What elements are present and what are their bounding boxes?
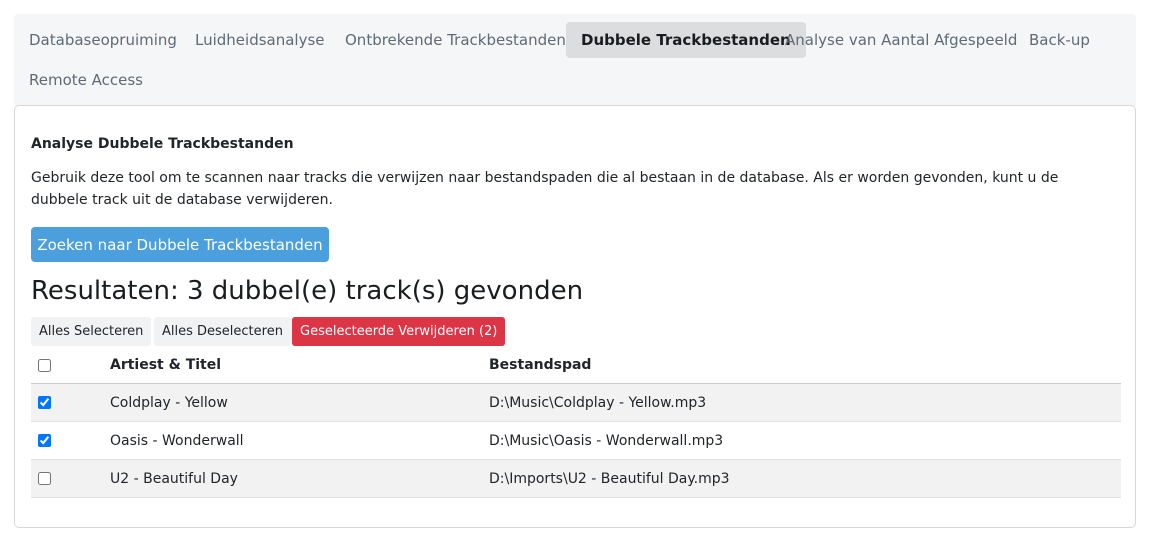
row-checkbox-cell <box>38 422 51 459</box>
deselect-all-button[interactable]: Alles Deselecteren <box>154 317 291 346</box>
row-path: D:\Music\Coldplay - Yellow.mp3 <box>489 394 707 411</box>
table-row[interactable]: Coldplay - Yellow D:\Music\Coldplay - Ye… <box>31 384 1121 422</box>
panel-description: Gebruik deze tool om te scannen naar tra… <box>31 170 1059 208</box>
table-row[interactable]: Oasis - Wonderwall D:\Music\Oasis - Wond… <box>31 422 1121 460</box>
row-checkbox[interactable] <box>38 472 51 485</box>
select-all-button[interactable]: Alles Selecteren <box>31 317 152 346</box>
search-duplicates-button[interactable]: Zoeken naar Dubbele Trackbestanden <box>31 227 329 262</box>
duplicates-table: Artiest & Titel Bestandspad Coldplay - Y… <box>31 347 1121 498</box>
panel-heading: Analyse Dubbele Trackbestanden <box>31 136 294 152</box>
tab-ontbrekende-trackbestanden[interactable]: Ontbrekende Trackbestanden <box>330 22 581 58</box>
row-path: D:\Imports\U2 - Beautiful Day.mp3 <box>489 470 730 487</box>
row-checkbox[interactable] <box>38 396 51 409</box>
tab-databaseopruiming[interactable]: Databaseopruiming <box>14 22 192 58</box>
tab-analyse-aantal-afgespeeld[interactable]: Analyse van Aantal Afgespeeld <box>770 22 1032 58</box>
row-checkbox-cell <box>38 384 51 421</box>
table-row[interactable]: U2 - Beautiful Day D:\Imports\U2 - Beaut… <box>31 460 1121 498</box>
row-title: Coldplay - Yellow <box>110 394 228 411</box>
row-title: U2 - Beautiful Day <box>110 470 238 487</box>
header-checkbox-cell <box>38 347 51 383</box>
tab-bar: Databaseopruiming Luidheidsanalyse Ontbr… <box>14 14 1136 106</box>
tab-remote-access[interactable]: Remote Access <box>14 62 158 98</box>
select-all-checkbox[interactable] <box>38 358 51 372</box>
row-path: D:\Music\Oasis - Wonderwall.mp3 <box>489 432 724 449</box>
duplicate-tracks-panel: Analyse Dubbele Trackbestanden Gebruik d… <box>14 105 1136 528</box>
row-title: Oasis - Wonderwall <box>110 432 244 449</box>
delete-selected-button[interactable]: Geselecteerde Verwijderen (2) <box>292 317 506 346</box>
row-checkbox[interactable] <box>38 434 51 447</box>
column-header-title: Artiest & Titel <box>110 357 222 373</box>
results-title: Resultaten: 3 dubbel(e) track(s) gevonde… <box>31 276 584 306</box>
tab-luidheidsanalyse[interactable]: Luidheidsanalyse <box>180 22 340 58</box>
tab-back-up[interactable]: Back-up <box>1014 22 1105 58</box>
row-checkbox-cell <box>38 460 51 497</box>
table-header-row: Artiest & Titel Bestandspad <box>31 347 1121 384</box>
column-header-path: Bestandspad <box>489 357 592 373</box>
